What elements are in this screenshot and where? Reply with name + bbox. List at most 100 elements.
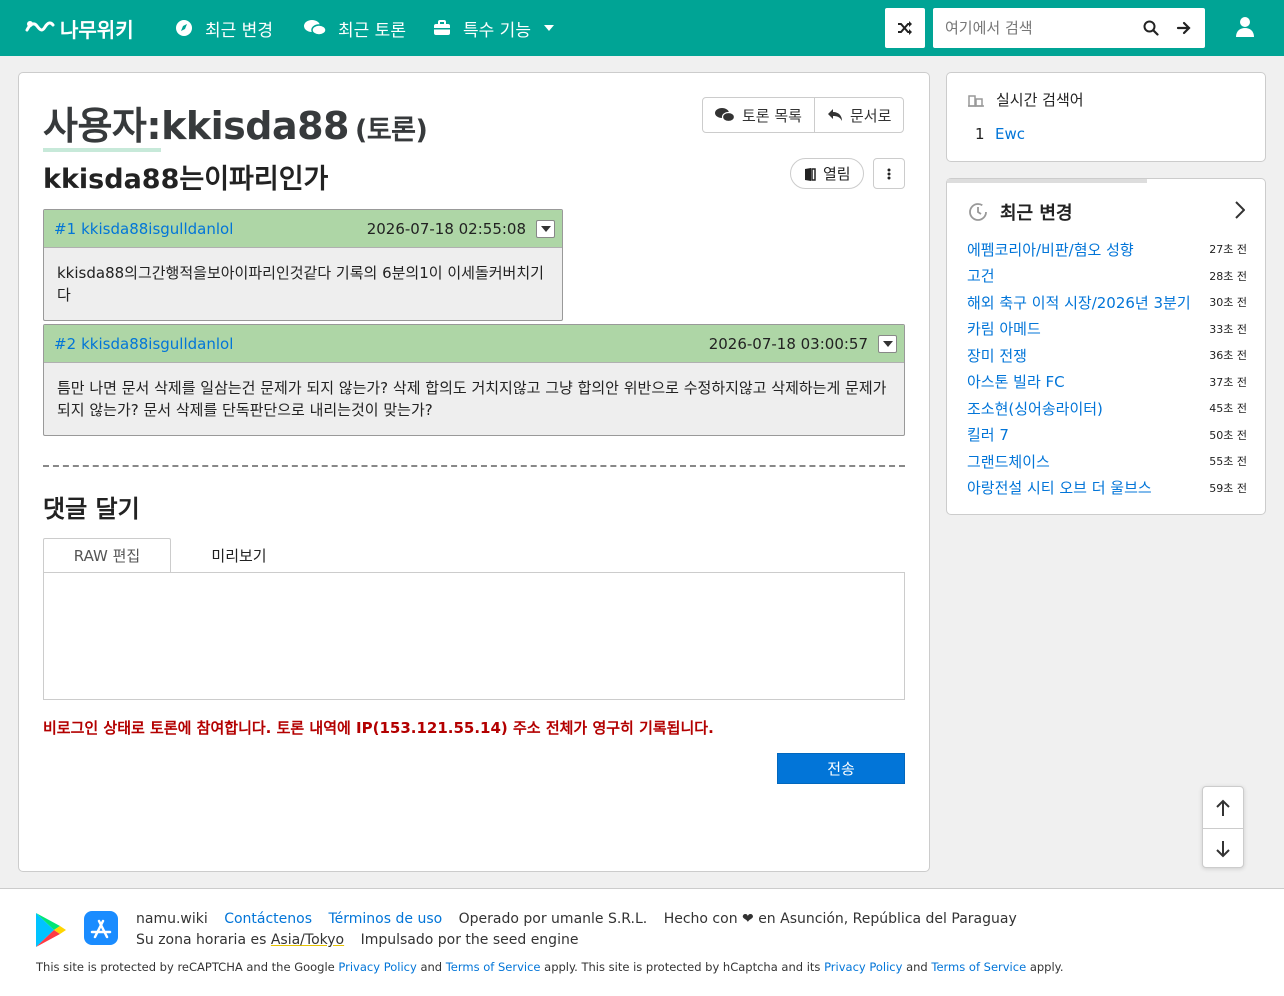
- nav-recent-changes[interactable]: 최근 변경: [175, 0, 273, 56]
- live-search-title: 실시간 검색어: [996, 91, 1084, 109]
- scroll-top-button[interactable]: [1203, 787, 1243, 828]
- vertical-dots-icon: [887, 168, 891, 179]
- search-input[interactable]: [933, 9, 1133, 47]
- nav-special-label: 특수 기능: [463, 20, 531, 41]
- live-rank: 1: [975, 125, 985, 143]
- recent-change-link[interactable]: 카림 아메드: [967, 318, 1041, 339]
- recent-change-link[interactable]: 에펨코리아/비판/혐오 성향: [967, 239, 1134, 260]
- to-document-label: 문서로: [849, 106, 892, 125]
- list-item: 조소현(싱어송라이터) 45초 전: [967, 395, 1247, 422]
- hcaptcha-privacy-link[interactable]: Privacy Policy: [824, 960, 902, 974]
- nav-special-menu[interactable]: 특수 기능: [433, 0, 555, 56]
- scroll-bottom-button[interactable]: [1203, 828, 1243, 869]
- nav-recent-discuss[interactable]: 최근 토론: [304, 0, 406, 56]
- comment-1: #1 kkisda88isgulldanlol 2026-07-18 02:55…: [43, 209, 563, 321]
- google-privacy-link[interactable]: Privacy Policy: [338, 960, 416, 974]
- list-item: 아스톤 빌라 FC 37초 전: [967, 369, 1247, 396]
- list-item: 킬러 7 50초 전: [967, 422, 1247, 449]
- list-item: 카림 아메드 33초 전: [967, 316, 1247, 343]
- door-open-icon: [805, 167, 816, 181]
- search-box: [933, 8, 1205, 48]
- more-options-button[interactable]: [873, 158, 905, 189]
- comment-time: 2026-07-18 02:55:08: [366, 219, 526, 238]
- nav-recent-discuss-label: 최근 토론: [338, 20, 406, 41]
- comment-author[interactable]: kkisda88isgulldanlol: [81, 220, 233, 238]
- recent-change-link[interactable]: 아랑전설 시티 오브 더 울브스: [967, 477, 1152, 498]
- reply-textarea[interactable]: [43, 572, 905, 700]
- recent-changes-title: 최근 변경: [1000, 203, 1073, 224]
- live-keyword[interactable]: Ewc: [995, 125, 1025, 143]
- recent-change-link[interactable]: 해외 축구 이적 시장/2026년 3분기: [967, 292, 1191, 313]
- chevron-right-icon[interactable]: [1235, 201, 1245, 219]
- list-item: 장미 전쟁 36초 전: [967, 342, 1247, 369]
- reply-arrow-icon: [827, 109, 842, 121]
- title-user: kkisda88: [161, 104, 349, 148]
- recent-change-link[interactable]: 아스톤 빌라 FC: [967, 371, 1065, 392]
- apply-text: apply.: [1029, 960, 1064, 974]
- and-text: and: [906, 960, 928, 974]
- to-document-button[interactable]: 문서로: [813, 98, 903, 132]
- recent-change-link[interactable]: 장미 전쟁: [967, 345, 1027, 366]
- discussion-card: 사용자:kkisda88 (토론) 토론 목록 문서로 kkisda88는이파리인…: [18, 72, 930, 872]
- recent-change-link[interactable]: 고건: [967, 265, 995, 286]
- footer-engine: Impulsado por the seed engine: [360, 932, 579, 948]
- comment-menu-button[interactable]: [878, 335, 897, 353]
- random-document-button[interactable]: [885, 8, 925, 48]
- footer-terms-link[interactable]: Términos de uso: [328, 911, 442, 927]
- user-icon[interactable]: [1234, 16, 1256, 38]
- compass-icon: [176, 20, 192, 36]
- list-item: 에펨코리아/비판/혐오 성향 27초 전: [967, 236, 1247, 263]
- search-icon[interactable]: [1143, 20, 1159, 36]
- caret-down-icon: [543, 25, 554, 31]
- recent-change-time: 50초 전: [1209, 428, 1247, 442]
- and-text: and: [420, 960, 443, 974]
- arrow-down-icon: [1216, 841, 1230, 858]
- footer-made: Hecho con ❤ en Asunción, República del P…: [663, 911, 1017, 927]
- tab-preview[interactable]: 미리보기: [171, 538, 307, 572]
- recent-change-link[interactable]: 그랜드체이스: [967, 451, 1050, 472]
- hcaptcha-text: This site is protected by hCaptcha and i…: [581, 960, 821, 974]
- footer-contact-link[interactable]: Contáctenos: [224, 911, 312, 927]
- google-terms-link[interactable]: Terms of Service: [446, 960, 541, 974]
- toolbox-icon: [434, 20, 450, 35]
- submit-button[interactable]: 전송: [777, 753, 905, 784]
- footer-tz-label: Su zona horaria es: [136, 932, 267, 948]
- recent-changes-header: 최근 변경: [968, 199, 1073, 225]
- tab-raw-edit[interactable]: RAW 편집: [43, 538, 171, 572]
- list-item: 아랑전설 시티 오브 더 울브스 59초 전: [967, 475, 1247, 502]
- footer-line-1: namu.wiki Contáctenos Términos de uso Op…: [136, 911, 1029, 927]
- comment-number[interactable]: #2: [54, 335, 76, 353]
- comments-icon: [715, 108, 735, 123]
- go-arrow-icon[interactable]: [1176, 20, 1192, 36]
- footer-site: namu.wiki: [136, 911, 208, 927]
- hcaptcha-terms-link[interactable]: Terms of Service: [931, 960, 1026, 974]
- recent-change-time: 45초 전: [1209, 402, 1247, 416]
- site-logo[interactable]: 나무위키: [24, 14, 134, 42]
- clock-icon: [969, 203, 987, 221]
- status-label: 열림: [823, 165, 851, 183]
- caret-down-icon: [540, 226, 551, 232]
- recent-change-time: 36초 전: [1209, 349, 1247, 363]
- recent-change-link[interactable]: 킬러 7: [967, 424, 1009, 445]
- title-suffix: (토론): [355, 115, 428, 146]
- footer-line-2: Su zona horaria es Asia/Tokyo Impulsado …: [136, 932, 578, 948]
- footer-operated: Operado por umanle S.R.L.: [458, 911, 648, 927]
- comment-body: 틈만 나면 문서 삭제를 일삼는건 문제가 되지 않는가? 삭제 합의도 거치지…: [57, 379, 887, 419]
- comment-author[interactable]: kkisda88isgulldanlol: [81, 335, 233, 353]
- comment-number[interactable]: #1: [54, 220, 76, 238]
- recent-change-link[interactable]: 조소현(싱어송라이터): [967, 398, 1103, 419]
- discuss-list-button[interactable]: 토론 목록: [703, 98, 814, 132]
- comment-menu-button[interactable]: [536, 220, 555, 238]
- title-namespace: 사용자:: [43, 104, 162, 152]
- list-item: 그랜드체이스 55초 전: [967, 448, 1247, 475]
- status-open-button[interactable]: 열림: [790, 158, 864, 189]
- recent-changes-card: 최근 변경 에펨코리아/비판/혐오 성향 27초 전 고건 28초 전 해외 축구 …: [946, 178, 1266, 515]
- live-search-header: 실시간 검색어: [968, 89, 1084, 110]
- recent-change-time: 27초 전: [1209, 243, 1247, 257]
- google-play-icon[interactable]: [34, 911, 68, 949]
- reply-title: 댓글 달기: [43, 495, 140, 523]
- recent-change-time: 33초 전: [1209, 322, 1247, 336]
- page-title: 사용자:kkisda88 (토론): [43, 95, 428, 152]
- app-store-icon[interactable]: [84, 911, 118, 945]
- recent-changes-list: 에펨코리아/비판/혐오 성향 27초 전 고건 28초 전 해외 축구 이적 시장/…: [967, 236, 1247, 501]
